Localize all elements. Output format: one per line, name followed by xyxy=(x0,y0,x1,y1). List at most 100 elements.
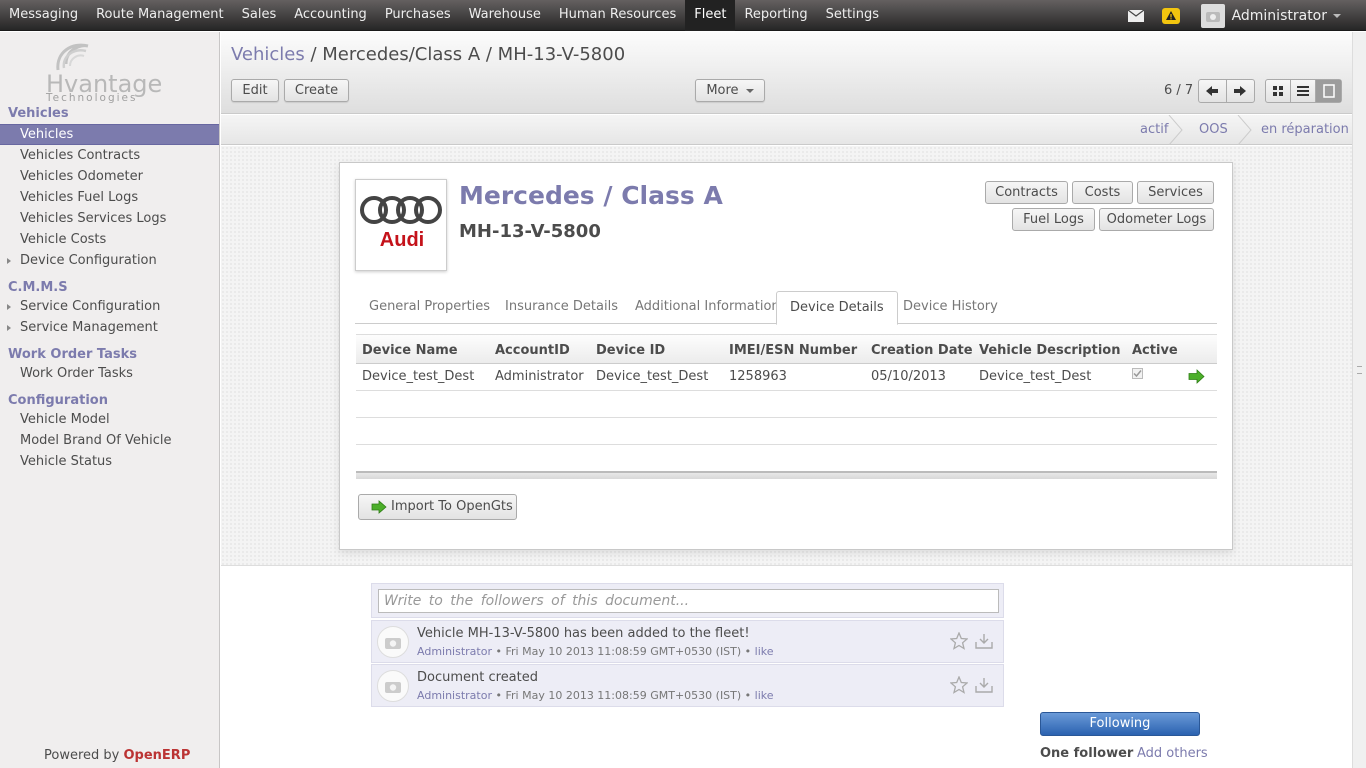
expand-arrow-icon[interactable] xyxy=(7,325,11,331)
sidebar-item-service-management[interactable]: Service Management xyxy=(0,318,219,339)
menu-settings[interactable]: Settings xyxy=(817,0,888,31)
user-avatar[interactable] xyxy=(1200,3,1225,28)
sidebar-item-vehicles[interactable]: Vehicles xyxy=(0,124,219,145)
sidebar-item-vehicle-status[interactable]: Vehicle Status xyxy=(0,452,219,473)
edit-button[interactable]: Edit xyxy=(231,79,279,102)
col-vehicle-description[interactable]: Vehicle Description xyxy=(979,343,1120,358)
menu-purchases[interactable]: Purchases xyxy=(376,0,460,31)
form-view-button[interactable] xyxy=(1316,80,1341,102)
message-author[interactable]: Administrator xyxy=(417,645,492,658)
alert-icon[interactable] xyxy=(1161,7,1180,24)
stage-separator xyxy=(1237,115,1252,145)
tab-device-details[interactable]: Device Details xyxy=(776,291,898,325)
sidebar-item-service-configuration[interactable]: Service Configuration xyxy=(0,297,219,318)
menu-sales[interactable]: Sales xyxy=(233,0,286,31)
col-creation-date[interactable]: Creation Date xyxy=(871,343,973,358)
avatar xyxy=(377,626,409,658)
list-view-button[interactable] xyxy=(1291,80,1316,102)
odometer-logs-button[interactable]: Odometer Logs xyxy=(1099,208,1214,231)
camera-icon xyxy=(385,681,401,693)
openerp-link[interactable]: OpenERP xyxy=(124,748,191,763)
col-active[interactable]: Active xyxy=(1132,343,1178,358)
next-record-button[interactable] xyxy=(1227,80,1254,102)
more-button[interactable]: More xyxy=(695,79,765,102)
camera-icon xyxy=(385,637,401,649)
sidebar-item-vehicles-contracts[interactable]: Vehicles Contracts xyxy=(0,146,219,167)
stage-en-reparation[interactable]: en réparation xyxy=(1261,115,1349,145)
expand-arrow-icon[interactable] xyxy=(7,304,11,310)
menu-accounting[interactable]: Accounting xyxy=(285,0,376,31)
open-record-arrow-icon[interactable] xyxy=(1188,369,1205,384)
tab-device-history[interactable]: Device History xyxy=(890,291,1011,324)
table-row[interactable]: Device_test_Dest Administrator Device_te… xyxy=(356,364,1217,391)
sidebar-item-model-brand[interactable]: Model Brand Of Vehicle xyxy=(0,431,219,452)
scroll-grip[interactable] xyxy=(1357,366,1362,374)
create-button[interactable]: Create xyxy=(284,79,349,102)
chatter-input[interactable]: Write to the followers of this document.… xyxy=(378,589,999,613)
breadcrumb-separator: / xyxy=(304,44,323,65)
sidebar-item-vehicle-costs[interactable]: Vehicle Costs xyxy=(0,230,219,251)
star-icon[interactable] xyxy=(950,676,968,694)
archive-icon[interactable] xyxy=(974,632,994,650)
active-checkbox xyxy=(1132,368,1143,379)
form-tabs: General Properties Insurance Details Add… xyxy=(355,291,1217,325)
archive-icon[interactable] xyxy=(974,676,994,694)
message-author[interactable]: Administrator xyxy=(417,689,492,702)
fuel-logs-button[interactable]: Fuel Logs xyxy=(1012,208,1095,231)
like-link[interactable]: like xyxy=(755,645,774,658)
empty-row xyxy=(356,391,1217,418)
menu-messaging[interactable]: Messaging xyxy=(0,0,87,31)
vehicle-title: Mercedes / Class A xyxy=(459,181,723,210)
contracts-button[interactable]: Contracts xyxy=(985,181,1068,204)
previous-record-button[interactable] xyxy=(1199,80,1227,102)
main-menu: Messaging Route Management Sales Account… xyxy=(0,0,888,31)
powered-by-label: Powered by xyxy=(44,748,120,763)
vehicle-image[interactable]: Audi xyxy=(355,179,447,271)
powered-by: Powered by OpenERP xyxy=(44,748,190,763)
col-device-name[interactable]: Device Name xyxy=(362,343,458,358)
chevron-down-icon[interactable] xyxy=(1333,13,1341,18)
mail-icon[interactable] xyxy=(1127,9,1144,22)
following-button[interactable]: Following xyxy=(1040,712,1200,736)
menu-warehouse[interactable]: Warehouse xyxy=(460,0,550,31)
stage-oos[interactable]: OOS xyxy=(1199,115,1228,145)
stage-actif[interactable]: actif xyxy=(1140,115,1168,145)
menu-reporting[interactable]: Reporting xyxy=(735,0,816,31)
vehicle-plate: MH-13-V-5800 xyxy=(459,221,601,242)
sidebar-item-vehicle-model[interactable]: Vehicle Model xyxy=(0,410,219,431)
tab-additional-information[interactable]: Additional Information xyxy=(622,291,793,324)
user-name[interactable]: Administrator xyxy=(1232,8,1327,24)
star-icon[interactable] xyxy=(950,632,968,650)
menu-human-resources[interactable]: Human Resources xyxy=(550,0,685,31)
cell-account-id: Administrator xyxy=(495,369,584,384)
breadcrumb-vehicles-link[interactable]: Vehicles xyxy=(231,44,305,65)
message-date: Fri May 10 2013 11:08:59 GMT+0530 (IST) xyxy=(505,689,742,702)
chatter-message: Document created Administrator • Fri May… xyxy=(371,664,1004,707)
col-device-id[interactable]: Device ID xyxy=(596,343,665,358)
sidebar-item-label: Service Configuration xyxy=(20,299,161,314)
followers-count[interactable]: One follower xyxy=(1040,746,1133,761)
page-scrollbar[interactable] xyxy=(1352,32,1366,768)
avatar xyxy=(377,670,409,702)
menu-fleet[interactable]: Fleet xyxy=(685,0,736,31)
sidebar-item-vehicles-odometer[interactable]: Vehicles Odometer xyxy=(0,167,219,188)
sidebar-item-vehicles-services-logs[interactable]: Vehicles Services Logs xyxy=(0,209,219,230)
sidebar-item-vehicles-fuel-logs[interactable]: Vehicles Fuel Logs xyxy=(0,188,219,209)
sidebar-item-work-order-tasks[interactable]: Work Order Tasks xyxy=(0,364,219,385)
add-others-link[interactable]: Add others xyxy=(1137,746,1208,761)
tab-insurance-details[interactable]: Insurance Details xyxy=(492,291,631,324)
menu-route-management[interactable]: Route Management xyxy=(87,0,233,31)
costs-button[interactable]: Costs xyxy=(1072,181,1133,204)
sidebar-item-device-configuration[interactable]: Device Configuration xyxy=(0,251,219,272)
col-imei[interactable]: IMEI/ESN Number xyxy=(729,343,857,358)
tab-general-properties[interactable]: General Properties xyxy=(356,291,503,324)
chatter-compose: Write to the followers of this document.… xyxy=(371,583,1004,618)
import-to-opengts-button[interactable]: Import To OpenGts xyxy=(358,494,517,520)
chatter-message: Vehicle MH-13-V-5800 has been added to t… xyxy=(371,620,1004,663)
kanban-view-button[interactable] xyxy=(1266,80,1291,102)
expand-arrow-icon[interactable] xyxy=(7,258,11,264)
services-button[interactable]: Services xyxy=(1137,181,1214,204)
col-account-id[interactable]: AccountID xyxy=(495,343,570,358)
like-link[interactable]: like xyxy=(755,689,774,702)
section-cmms: C.M.M.S xyxy=(8,280,68,295)
